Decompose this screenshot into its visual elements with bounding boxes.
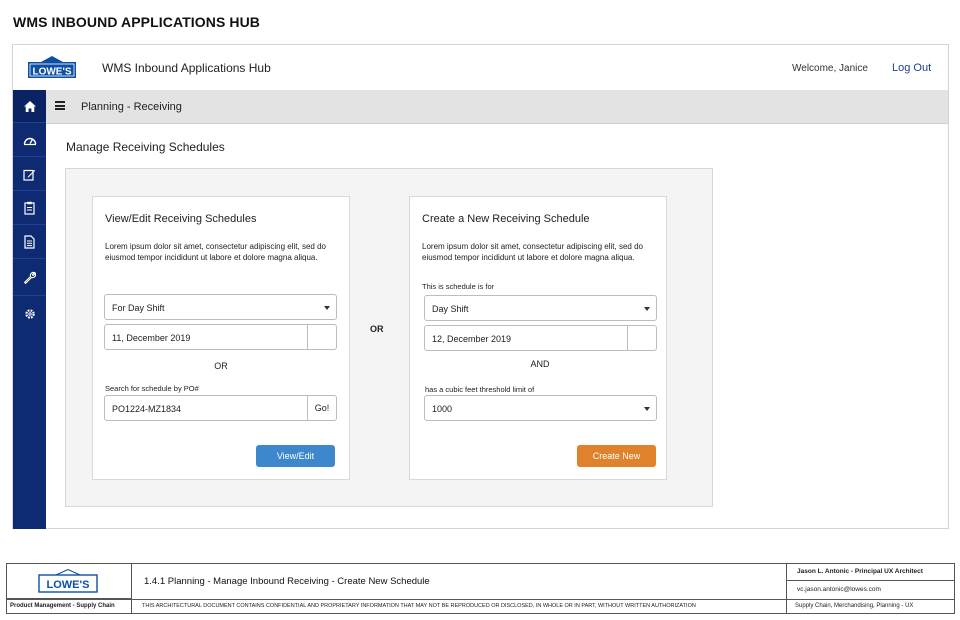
sidebar-item-clipboard[interactable] <box>13 192 46 225</box>
create-card-description: Lorem ipsum dolor sit amet, consectetur … <box>422 242 643 262</box>
chevron-down-icon <box>324 306 330 310</box>
department-label: Product Management - Supply Chain <box>7 600 132 614</box>
threshold-label: has a cubic feet threshold limit of <box>425 385 535 394</box>
author-name: Jason L. Antonic - Principal UX Architec… <box>787 564 955 581</box>
footer-bottom-row: Product Management - Supply Chain THIS A… <box>7 599 954 614</box>
page-title: WMS INBOUND APPLICATIONS HUB <box>13 14 261 30</box>
edit-icon <box>23 169 36 181</box>
footer-author-cell: Jason L. Antonic - Principal UX Architec… <box>786 564 955 599</box>
chevron-down-icon <box>644 307 650 311</box>
clipboard-icon <box>24 201 35 215</box>
footer-lowes-logo: LOWE'S <box>38 569 98 593</box>
view-shift-value: For Day Shift <box>112 303 165 313</box>
and-label: AND <box>530 359 550 369</box>
view-edit-card-description: Lorem ipsum dolor sit amet, consectetur … <box>105 242 326 262</box>
document-footer: LOWE'S 1.4.1 Planning - Manage Inbound R… <box>6 563 955 614</box>
calendar-picker-button[interactable] <box>307 325 336 349</box>
create-shift-value: Day Shift <box>432 304 469 314</box>
po-go-button[interactable]: Go! <box>307 396 336 420</box>
create-date-value: 12, December 2019 <box>432 334 512 344</box>
sidebar-item-documents[interactable] <box>13 226 46 259</box>
gear-icon <box>24 308 35 319</box>
create-date-field[interactable]: 12, December 2019 <box>424 325 657 351</box>
app-window: LOWE'S WMS Inbound Applications Hub Welc… <box>12 44 949 529</box>
subheader-bar: Planning - Receiving <box>46 90 948 124</box>
footer-logo-cell: LOWE'S <box>7 564 132 599</box>
area-label: Supply Chain, Merchandising, Planning - … <box>786 600 954 614</box>
sidebar-item-edit[interactable] <box>13 158 46 191</box>
document-icon <box>24 235 35 249</box>
create-shift-select[interactable]: Day Shift <box>424 295 657 321</box>
chevron-down-icon <box>644 407 650 411</box>
view-edit-card-title: View/Edit Receiving Schedules <box>105 213 257 225</box>
lowes-logo[interactable]: LOWE'S <box>27 55 77 80</box>
po-search-label: Search for schedule by PO# <box>105 384 199 393</box>
threshold-value: 1000 <box>432 404 453 414</box>
author-email: vc.jason.antonic@lowes.com <box>797 586 881 593</box>
section-title: Manage Receiving Schedules <box>66 140 225 154</box>
calendar-picker-button[interactable] <box>627 326 656 350</box>
sidebar-item-dashboard[interactable] <box>13 124 46 157</box>
view-or-label: OR <box>214 361 228 371</box>
create-new-button[interactable]: Create New <box>577 445 656 467</box>
app-name: WMS Inbound Applications Hub <box>102 61 271 75</box>
sidebar-item-settings[interactable] <box>13 297 46 330</box>
app-header: LOWE'S WMS Inbound Applications Hub Welc… <box>13 45 948 90</box>
confidentiality-notice: THIS ARCHITECTURAL DOCUMENT CONTAINS CON… <box>142 603 696 609</box>
welcome-text: Welcome, Janice <box>792 63 868 74</box>
create-card-title: Create a New Receiving Schedule <box>422 213 590 225</box>
schedule-for-label: This is schedule is for <box>422 282 495 291</box>
view-edit-button[interactable]: View/Edit <box>256 445 335 467</box>
logout-link[interactable]: Log Out <box>892 62 931 74</box>
sidebar <box>13 90 46 529</box>
wrench-icon <box>23 271 36 284</box>
po-search-input[interactable]: PO1224-MZ1834 Go! <box>104 395 337 421</box>
home-icon <box>23 100 36 112</box>
footer-logo-text: LOWE'S <box>47 579 90 591</box>
subheader-title: Planning - Receiving <box>81 101 182 113</box>
view-shift-select[interactable]: For Day Shift <box>104 294 337 320</box>
sidebar-item-tools[interactable] <box>13 260 46 296</box>
schedules-panel: View/Edit Receiving Schedules Lorem ipsu… <box>65 168 713 507</box>
create-card: Create a New Receiving Schedule Lorem ip… <box>409 196 667 480</box>
view-date-value: 11, December 2019 <box>112 333 191 343</box>
sidebar-item-home[interactable] <box>13 90 46 123</box>
menu-icon[interactable] <box>55 101 65 110</box>
or-divider: OR <box>370 324 384 334</box>
view-date-field[interactable]: 11, December 2019 <box>104 324 337 350</box>
view-edit-card: View/Edit Receiving Schedules Lorem ipsu… <box>92 196 350 480</box>
logo-text: LOWE'S <box>32 67 71 78</box>
dashboard-icon <box>23 137 36 145</box>
po-search-value: PO1224-MZ1834 <box>112 404 182 414</box>
document-title: 1.4.1 Planning - Manage Inbound Receivin… <box>144 576 430 587</box>
threshold-select[interactable]: 1000 <box>424 395 657 421</box>
